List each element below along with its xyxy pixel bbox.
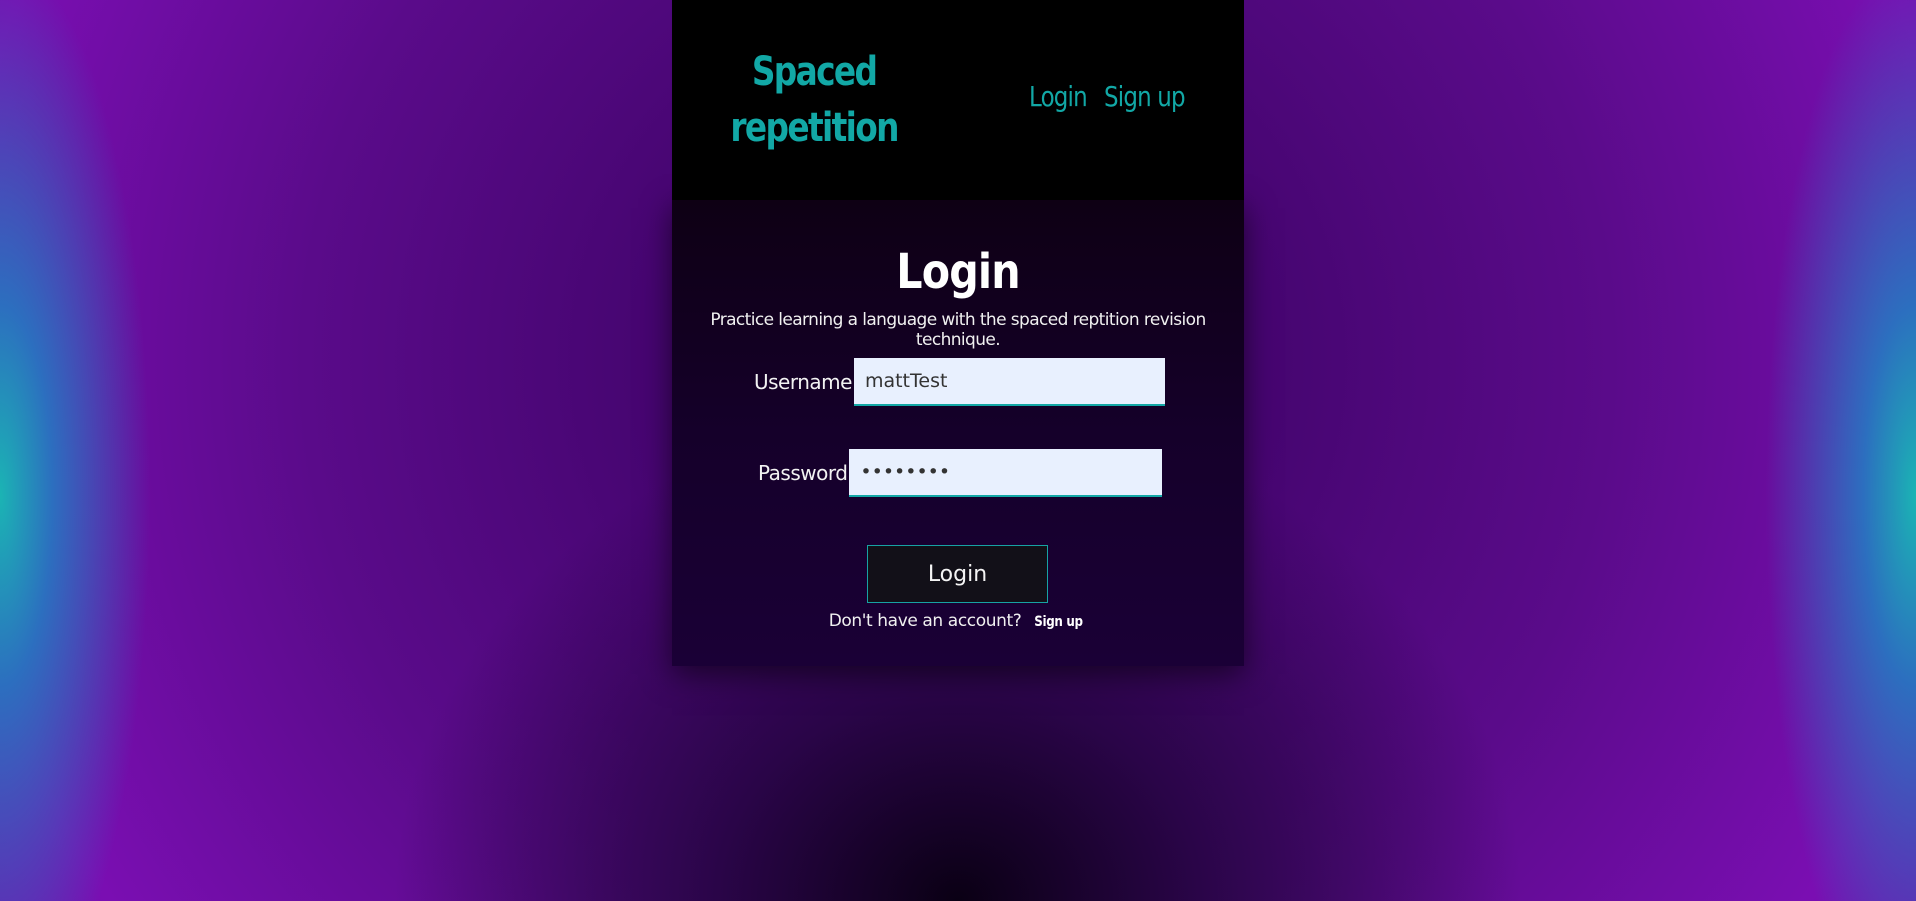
username-input[interactable] (853, 358, 1165, 406)
background-glow-left (0, 0, 150, 901)
signup-link[interactable]: Sign up (1035, 614, 1084, 630)
brand-logo[interactable]: Spaced repetition (728, 44, 900, 156)
background-glow-right (1766, 0, 1916, 901)
header-nav: Login Sign up (1029, 80, 1188, 113)
password-input[interactable] (849, 449, 1163, 497)
brand-line-2: repetition (730, 105, 899, 151)
site-header: Spaced repetition Login Sign up (672, 0, 1244, 200)
app-container: Spaced repetition Login Sign up Login Pr… (672, 0, 1244, 666)
password-row: Password (758, 449, 1163, 497)
page-subtitle: Practice learning a language with the sp… (710, 310, 1206, 350)
signup-prompt-text: Don't have an account? (828, 611, 1022, 631)
username-row: Username (754, 358, 1165, 406)
page-title: Login (896, 244, 1020, 300)
nav-login-link[interactable]: Login (1029, 80, 1088, 113)
login-button[interactable]: Login (867, 545, 1048, 603)
username-label: Username (754, 370, 852, 394)
login-panel: Login Practice learning a language with … (672, 200, 1244, 666)
brand-line-1: Spaced (751, 49, 878, 95)
password-label: Password (758, 461, 848, 485)
nav-signup-link[interactable]: Sign up (1104, 80, 1186, 113)
signup-prompt-line: Don't have an account? Sign up (672, 611, 1244, 631)
